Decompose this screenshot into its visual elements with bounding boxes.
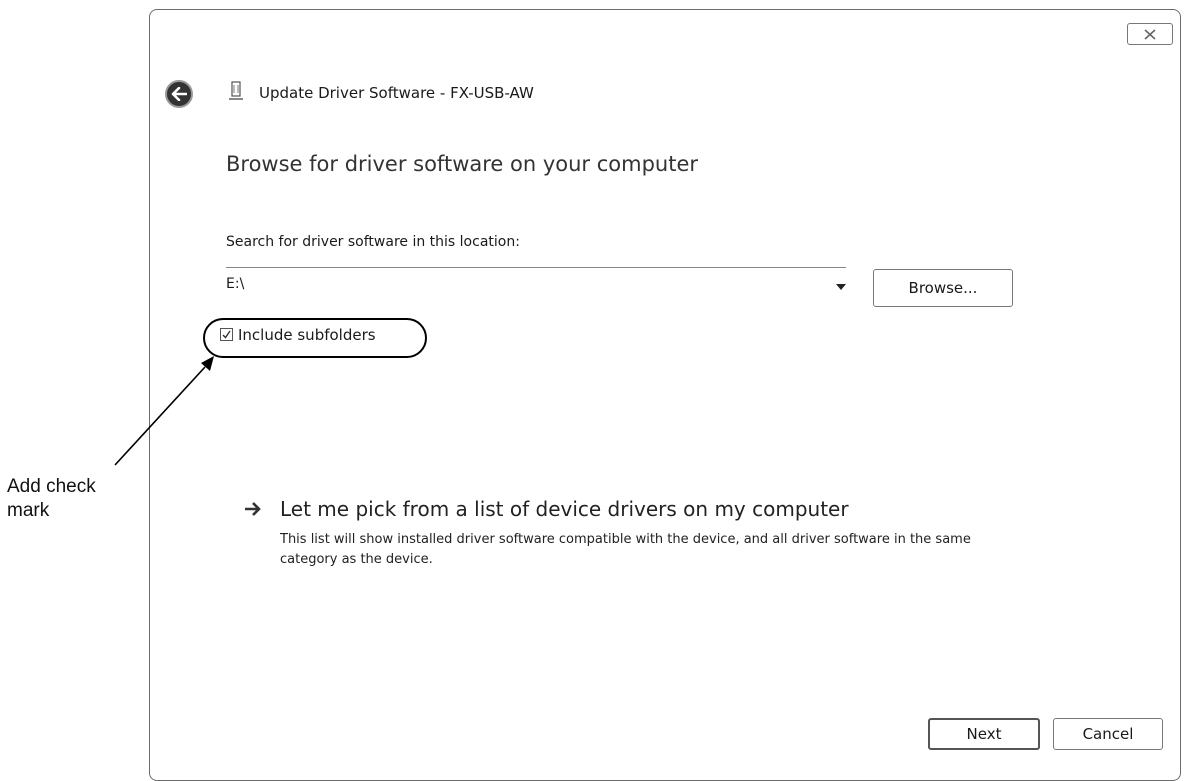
pick-from-list-title[interactable]: Let me pick from a list of device driver… [280, 497, 849, 521]
page-heading: Browse for driver software on your compu… [226, 152, 699, 176]
back-button[interactable] [165, 80, 193, 108]
dropdown-arrow-icon[interactable] [836, 284, 846, 290]
green-arrow-icon [245, 502, 261, 516]
location-value: E:\ [226, 276, 245, 292]
annotation-label: Add check mark [7, 476, 96, 521]
location-combobox[interactable]: E:\ [226, 267, 846, 300]
close-icon [1144, 28, 1156, 40]
back-arrow-icon [171, 87, 187, 101]
pick-from-list-description: This list will show installed driver sof… [280, 532, 971, 567]
usb-device-icon [229, 81, 243, 100]
checkmark-icon [222, 330, 231, 339]
include-subfolders-checkbox[interactable] [220, 328, 233, 341]
next-button[interactable]: Next [928, 718, 1040, 750]
include-subfolders-label[interactable]: Include subfolders [238, 326, 376, 344]
close-button[interactable] [1127, 23, 1173, 45]
dialog-window [149, 9, 1181, 781]
browse-button[interactable]: Browse... [873, 269, 1013, 307]
cancel-button[interactable]: Cancel [1053, 718, 1163, 750]
search-location-label: Search for driver software in this locat… [226, 234, 520, 250]
window-title: Update Driver Software - FX-USB-AW [259, 84, 534, 102]
